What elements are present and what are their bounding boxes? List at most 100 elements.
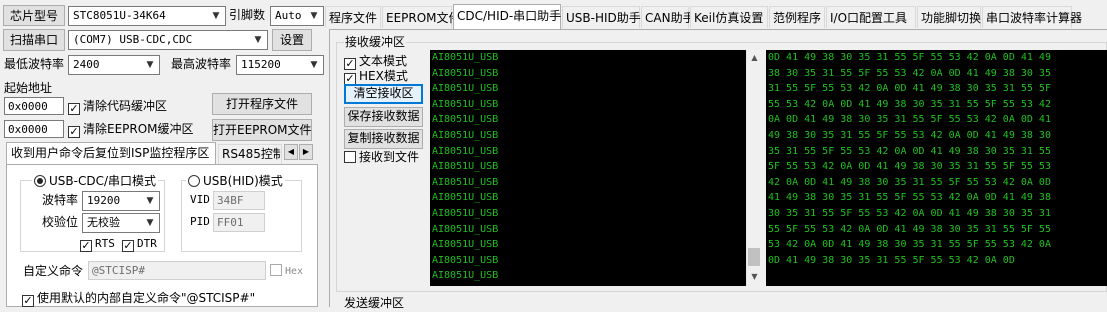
settings-button[interactable]: 设置 [272,29,312,51]
usb-hid-mode-radio[interactable]: USB(HID)模式 [186,173,285,189]
open-program-file-button[interactable]: 打开程序文件 [212,93,312,115]
pid-label: PID [190,215,210,228]
dtr-label: DTR [137,237,157,250]
tab-7[interactable]: I/O口配置工具 [826,6,916,28]
text-line: AI8051U_USB [432,176,499,188]
tab-1[interactable]: EEPROM文件 [382,6,461,28]
text-line: AI8051U_USB [432,223,499,235]
tab-2[interactable]: CDC/HID-串口助手 [453,4,561,29]
custom-command-input[interactable]: @STCISP# [88,261,266,280]
start-address-input-2[interactable]: 0x0000 [4,120,64,138]
pin-count-label: 引脚数 [229,8,266,22]
tab-5[interactable]: Keil仿真设置 [690,6,768,28]
text-mode-label: 文本模式 [359,54,408,68]
checkbox-icon [344,151,356,163]
start-address-input-1[interactable]: 0x0000 [4,97,64,115]
text-line: AI8051U_USB [432,98,499,110]
baud-rate-select[interactable]: 19200 ▼ [82,191,160,211]
chip-model-value: STC8051U-34K64 [73,9,166,22]
use-default-command-label: 使用默认的内部自定义命令"@STCISP#" [37,291,256,305]
receive-to-file-label: 接收到文件 [359,150,420,164]
hex-line: 42 0A 0D 41 49 38 30 35 31 55 5F 55 53 4… [768,176,1051,188]
parity-label: 校验位 [42,215,79,229]
copy-receive-button[interactable]: 复制接收数据 [344,129,423,149]
chevron-down-icon: ▼ [146,60,154,70]
pid-input[interactable]: FF01 [213,213,265,232]
hex-checkbox[interactable]: Hex [270,262,303,280]
parity-value: 无校验 [87,216,120,229]
min-baud-select[interactable]: 2400 ▼ [68,55,160,75]
radio-unselected-icon [188,175,200,187]
sub-tab-isp-reset[interactable]: 收到用户命令后复位到ISP监控程序区 [6,142,216,165]
chip-model-button[interactable]: 芯片型号 [3,5,65,26]
hex-line: 38 30 35 31 55 5F 55 53 42 0A 0D 41 49 3… [768,67,1051,79]
radio-selected-icon [34,175,46,187]
min-baud-label: 最低波特率 [4,57,65,71]
tab-scroll-left-button[interactable]: ◀ [284,144,298,160]
text-line: AI8051U_USB [432,192,499,204]
usb-cdc-mode-label: USB-CDC/串口模式 [49,174,157,188]
checkmark-icon: ✓ [68,125,80,138]
scroll-up-icon[interactable]: ▲ [747,51,762,65]
clear-code-buffer-checkbox[interactable]: ✓ 清除代码缓冲区 [68,98,167,115]
hex-label: Hex [285,266,304,277]
clear-eeprom-buffer-label: 清除EEPROM缓冲区 [83,122,194,136]
max-baud-value: 115200 [241,58,281,71]
dtr-checkbox[interactable]: ✓ DTR [122,235,157,252]
vid-input[interactable]: 34BF [213,191,265,210]
hex-line: 0D 41 49 38 30 35 31 55 5F 55 53 42 0A 0… [768,52,1051,63]
text-line: AI8051U_USB [432,207,499,219]
text-line: AI8051U_USB [432,114,499,126]
open-eeprom-file-button[interactable]: 打开EEPROM文件 [212,119,312,141]
pin-count-select[interactable]: Auto ▼ [270,6,324,26]
text-line: AI8051U_USB [432,67,499,79]
tab-6[interactable]: 范例程序 [769,6,825,28]
tab-9[interactable]: 串口波特率计算器 [982,6,1082,28]
chevron-down-icon: ▼ [310,11,318,21]
usb-cdc-mode-radio[interactable]: USB-CDC/串口模式 [32,173,159,189]
scroll-thumb[interactable] [748,248,760,266]
save-receive-button[interactable]: 保存接收数据 [344,107,423,127]
receive-to-file-checkbox[interactable]: 接收到文件 [344,149,419,165]
clear-eeprom-buffer-checkbox[interactable]: ✓ 清除EEPROM缓冲区 [68,121,194,138]
tab-0[interactable]: 程序文件 [325,6,381,28]
hex-line: 30 35 31 55 5F 55 53 42 0A 0D 41 49 38 3… [768,207,1051,219]
chevron-down-icon: ▼ [146,196,154,206]
chevron-down-icon: ▼ [146,218,154,228]
start-address-label: 起始地址 [4,81,53,95]
max-baud-select[interactable]: 115200 ▼ [236,55,324,75]
scroll-down-icon[interactable]: ▼ [747,270,762,284]
chevron-down-icon: ▼ [310,60,318,70]
tab-scroll-right-button[interactable]: ▶ [299,144,313,160]
hex-line: 55 53 42 0A 0D 41 49 38 30 35 31 55 5F 5… [768,98,1051,110]
receive-text-area[interactable]: AI8051U_USB AI8051U_USB AI8051U_USB AI8051U… [430,50,746,286]
checkmark-icon: ✓ [122,239,134,252]
hex-line: 5F 55 53 42 0A 0D 41 49 38 30 35 31 55 5… [768,161,1051,173]
hex-line: 0A 0D 41 49 38 30 35 31 55 5F 55 53 42 0… [768,114,1051,126]
text-line: AI8051U_USB [432,270,499,282]
checkmark-icon: ✓ [22,294,34,307]
scan-port-button[interactable]: 扫描串口 [3,29,65,51]
tab-8[interactable]: 功能脚切换 [917,6,981,28]
pin-count-value: Auto [275,9,302,22]
hex-line: 0D 41 49 38 30 35 31 55 5F 55 53 42 0A 0… [768,254,1015,266]
hex-line: 41 49 38 30 35 31 55 5F 55 53 42 0A 0D 4… [768,192,1051,204]
rts-checkbox[interactable]: ✓ RTS [80,235,115,252]
use-default-command-checkbox[interactable]: ✓ 使用默认的内部自定义命令"@STCISP#" [22,290,255,307]
tab-4[interactable]: CAN助手 [641,6,695,28]
hex-mode-checkbox[interactable]: ✓ HEX模式 [344,68,408,85]
chip-model-select[interactable]: STC8051U-34K64 ▼ [68,6,226,26]
parity-select[interactable]: 无校验 ▼ [82,213,160,233]
text-line: AI8051U_USB [432,161,499,173]
port-select[interactable]: (COM7) USB-CDC,CDC ▼ [68,30,268,50]
custom-command-label: 自定义命令 [23,264,84,278]
baud-rate-value: 19200 [87,194,121,207]
text-line: AI8051U_USB [432,83,499,95]
receive-hex-area[interactable]: 0D 41 49 38 30 35 31 55 5F 55 53 42 0A 0… [766,50,1107,286]
tab-3[interactable]: USB-HID助手 [562,6,641,28]
sub-tab-rs485[interactable]: RS485控制 [218,144,282,164]
baud-rate-label: 波特率 [42,193,79,207]
chevron-down-icon: ▼ [254,35,262,45]
send-buffer-label: 发送缓冲区 [344,296,405,310]
clear-receive-button[interactable]: 清空接收区 [344,84,423,104]
